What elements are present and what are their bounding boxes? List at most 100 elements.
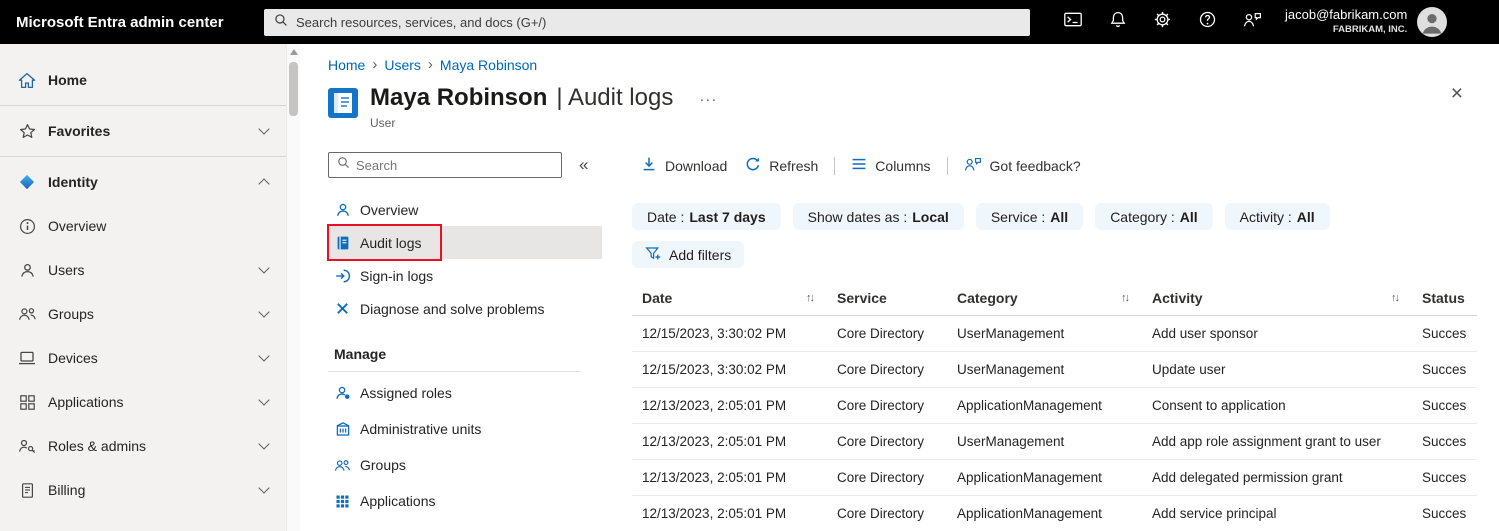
filter-pill-service[interactable]: Service : All [975,203,1084,230]
app-title[interactable]: Microsoft Entra admin center [0,14,264,31]
notifications-button[interactable] [1095,0,1140,44]
sidebar-label: Applications [48,394,124,410]
divider [0,105,286,106]
nav-item-applications[interactable]: Applications [328,483,602,519]
nav-item-label: Diagnose and solve problems [360,300,545,317]
got-feedback-button[interactable]: Got feedback? [955,157,1090,175]
sidebar-item-users[interactable]: Users [0,248,286,292]
more-options-button[interactable]: ··· [699,91,717,108]
filter-pill-category[interactable]: Category : All [1095,203,1213,230]
breadcrumb-maya-robinson[interactable]: Maya Robinson [440,57,537,73]
column-header-date[interactable]: Date ↑↓ [632,290,827,306]
sidebar-item-overview[interactable]: Overview [0,204,286,248]
account-menu[interactable]: jacob@fabrikam.com FABRIKAM, INC. [1285,7,1407,36]
nav-item-assigned-roles[interactable]: Assigned roles [328,375,602,411]
nav-item-label: Applications [360,493,436,509]
entra-admin-center: Microsoft Entra admin center Search reso… [0,0,1499,531]
cell-date: 12/13/2023, 2:05:01 PM [642,470,787,485]
crossed-tools-icon [334,301,351,316]
table-row[interactable]: 12/13/2023, 2:05:01 PM Core Directory Us… [632,424,1477,460]
cell-date: 12/13/2023, 2:05:01 PM [642,506,787,521]
global-search[interactable] [264,8,1030,36]
cell-activity: Add app role assignment grant to user [1152,434,1381,449]
cell-service: Core Directory [837,398,925,413]
sidebar-label: Home [48,72,87,88]
sort-arrows-icon[interactable]: ↑↓ [806,292,815,304]
blade-search-input[interactable] [356,157,553,173]
help-button[interactable] [1185,0,1230,44]
download-icon [641,156,657,175]
pill-value: Last 7 days [689,208,766,225]
filter-plus-icon [645,246,661,264]
people-icon [334,458,351,473]
sort-arrows-icon[interactable]: ↑↓ [1391,292,1400,304]
sidebar-item-applications[interactable]: Applications [0,380,286,424]
nav-item-diagnose[interactable]: Diagnose and solve problems [328,292,602,325]
cloud-shell-button[interactable] [1050,0,1095,44]
feedback-button[interactable] [1230,0,1275,44]
refresh-icon [745,156,761,175]
settings-button[interactable] [1140,0,1185,44]
nav-item-sign-in-logs[interactable]: Sign-in logs [328,259,602,292]
cell-activity: Update user [1152,362,1226,377]
nav-item-audit-logs[interactable]: Audit logs [327,224,602,261]
nav-item-overview[interactable]: Overview [328,193,602,226]
nav-item-groups[interactable]: Groups [328,447,602,483]
refresh-button[interactable]: Refresh [736,156,827,175]
cell-status: Succes [1422,506,1467,521]
blade-content: Download Refresh Columns Got feedback? D… [602,152,1499,531]
column-header-category[interactable]: Category ↑↓ [947,290,1142,306]
cell-service: Core Directory [837,506,925,521]
table-row[interactable]: 12/13/2023, 2:05:01 PM Core Directory Ap… [632,460,1477,496]
breadcrumb-users[interactable]: Users [384,57,421,73]
blade-search[interactable] [328,152,562,178]
cell-status: Succes [1422,470,1467,485]
breadcrumb: Home › Users › Maya Robinson [328,56,1499,73]
sidebar-item-identity[interactable]: Identity [0,160,286,204]
table-row[interactable]: 12/13/2023, 2:05:01 PM Core Directory Ap… [632,388,1477,424]
scrollbar-thumb[interactable] [289,62,298,116]
chevron-down-icon [258,438,270,450]
cell-status: Succes [1422,326,1467,341]
column-header-status[interactable]: Status [1412,290,1477,306]
nav-item-label: Assigned roles [360,385,452,401]
sort-arrows-icon[interactable]: ↑↓ [1121,292,1130,304]
download-button[interactable]: Download [632,156,736,175]
sidebar-item-home[interactable]: Home [0,58,286,102]
filter-pill-activity[interactable]: Activity : All [1224,203,1330,230]
cell-category: UserManagement [957,362,1065,377]
cell-date: 12/13/2023, 2:05:01 PM [642,398,787,413]
search-icon [274,13,288,32]
page-header: Maya Robinson | Audit logs User ··· × [328,83,1499,130]
column-label: Status [1422,290,1465,306]
home-icon [17,72,37,89]
cell-service: Core Directory [837,362,925,377]
table-row[interactable]: 12/13/2023, 2:05:01 PM Core Directory Ap… [632,496,1477,531]
sidebar-item-billing[interactable]: Billing [0,468,286,512]
chevron-up-icon [258,178,270,190]
sidebar-item-devices[interactable]: Devices [0,336,286,380]
nav-item-administrative-units[interactable]: Administrative units [328,411,602,447]
add-filters-button[interactable]: Add filters [632,241,745,268]
sidebar-item-groups[interactable]: Groups [0,292,286,336]
sidebar-scrollbar[interactable] [286,44,300,531]
collapse-panel-icon[interactable]: « [579,155,588,175]
table-row[interactable]: 12/15/2023, 3:30:02 PM Core Directory Us… [632,352,1477,388]
avatar[interactable] [1417,7,1448,37]
sidebar-item-favorites[interactable]: Favorites [0,109,286,153]
cell-service: Core Directory [837,434,925,449]
chevron-down-icon [258,482,270,494]
person-icon [17,262,37,279]
global-search-input[interactable] [296,14,1020,30]
table-header-row: Date ↑↓ Service Category ↑↓ Activity ↑↓ … [632,281,1477,316]
table-row[interactable]: 12/15/2023, 3:30:02 PM Core Directory Us… [632,316,1477,352]
filter-pill-show-dates-as[interactable]: Show dates as : Local [792,203,964,230]
scrollbar-up-button[interactable] [290,49,298,55]
sidebar-item-roles-admins[interactable]: Roles & admins [0,424,286,468]
column-header-service[interactable]: Service [827,290,947,306]
breadcrumb-home[interactable]: Home [328,57,365,73]
close-icon[interactable]: × [1451,83,1463,104]
columns-button[interactable]: Columns [842,157,939,174]
filter-pill-date[interactable]: Date : Last 7 days [632,203,781,230]
column-header-activity[interactable]: Activity ↑↓ [1142,290,1412,306]
